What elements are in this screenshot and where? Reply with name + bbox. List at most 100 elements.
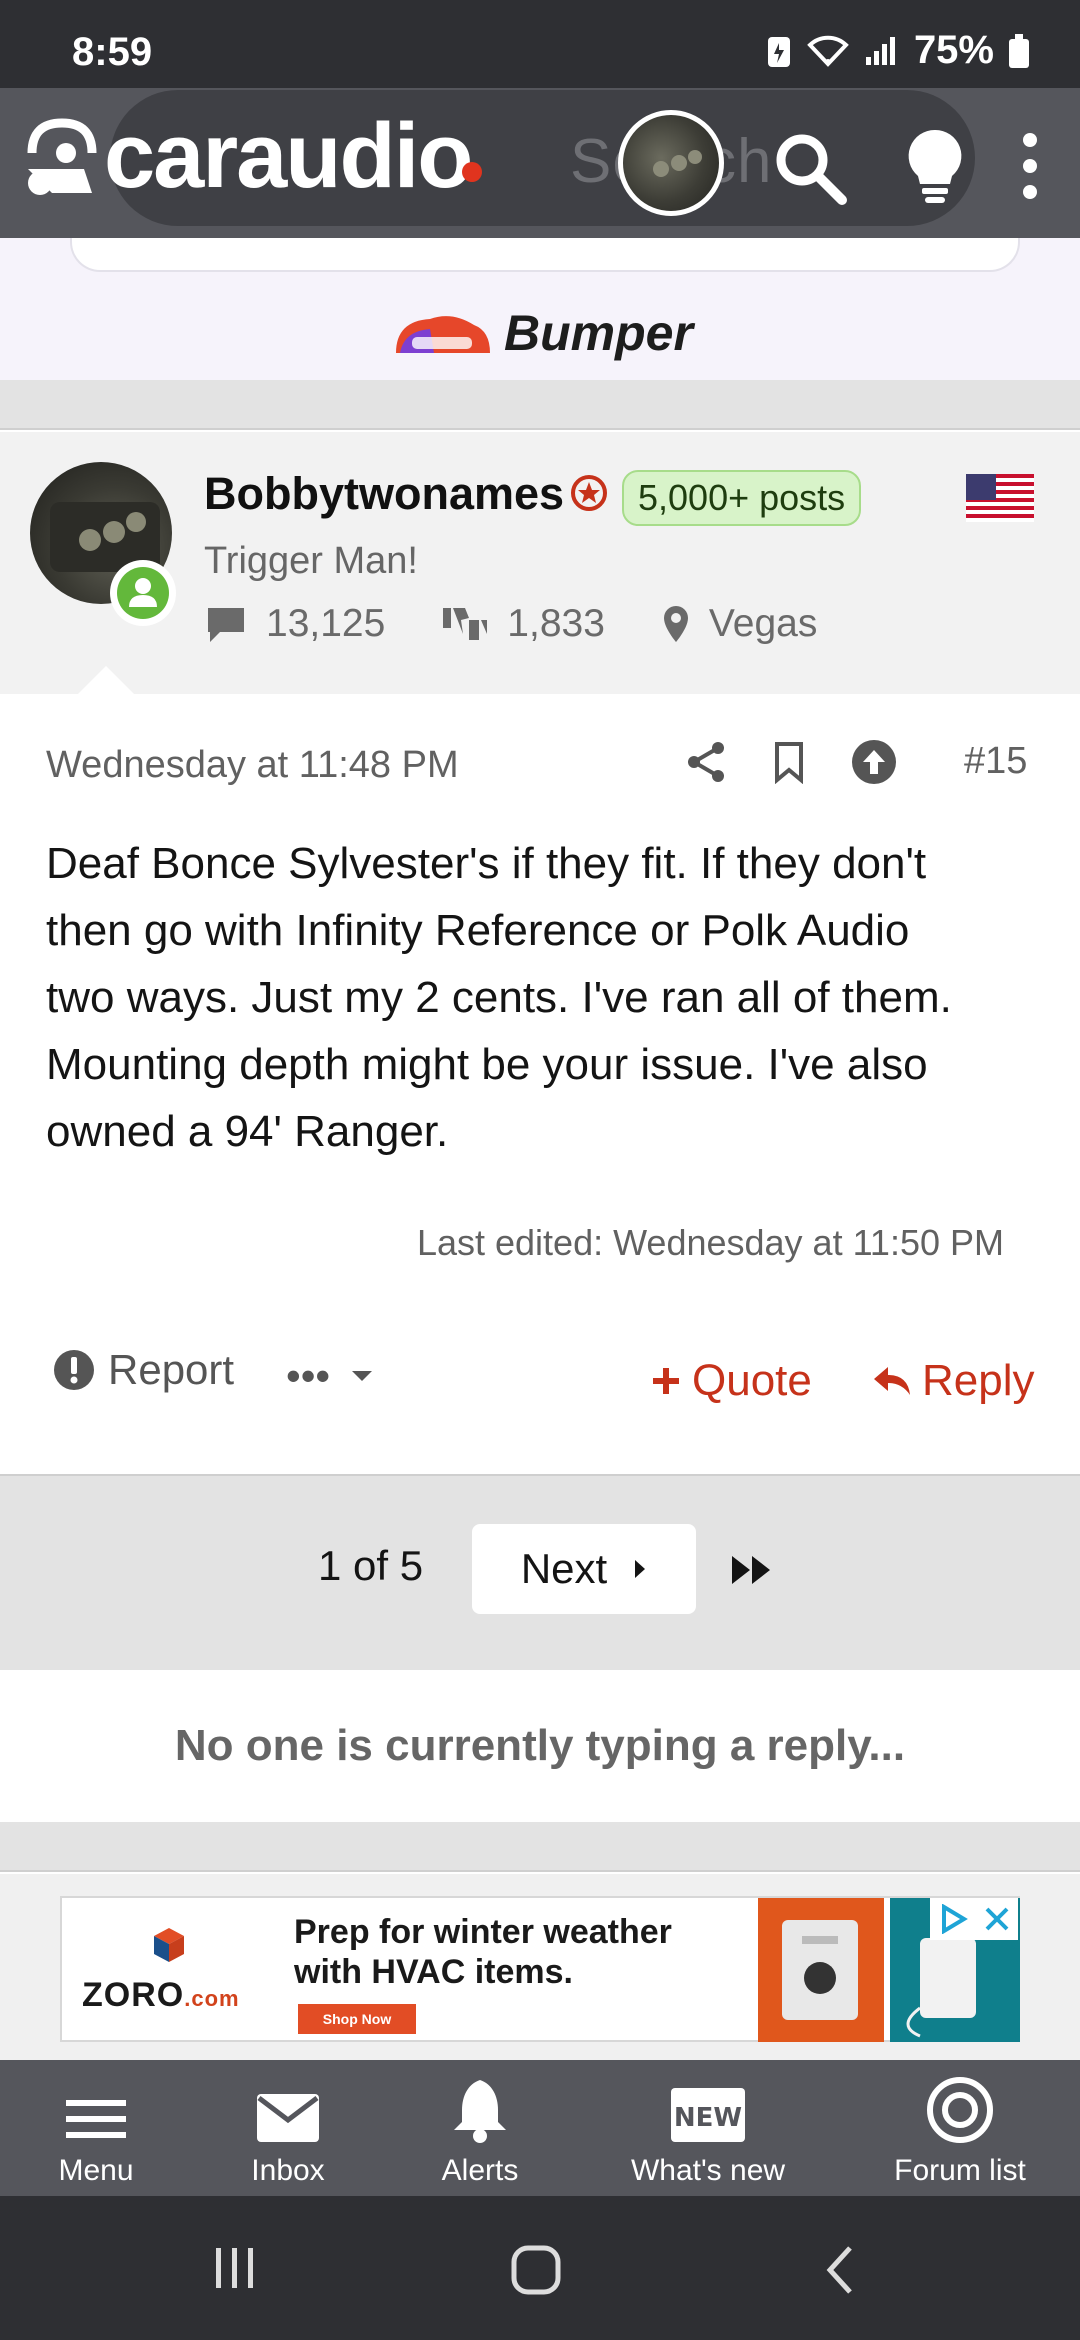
typing-indicator: No one is currently typing a reply... [0,1670,1080,1822]
bottom-navigation: Menu Inbox Alerts NEW What's new Forum l… [0,2060,1080,2196]
user-online-icon [129,578,157,607]
post-username[interactable]: Bobbytwonames [204,468,564,520]
upvote-icon[interactable] [850,738,898,786]
wifi-icon [807,35,849,67]
zoro-shop-button[interactable]: Shop Now [298,2004,416,2034]
post-body-line: Mounting depth might be your issue. I've… [46,1040,928,1089]
online-status-badge [110,560,176,626]
header-more-button[interactable] [1010,126,1050,206]
post-number-link[interactable]: #15 [964,740,1027,783]
post-timestamp[interactable]: Wednesday at 11:48 PM [46,744,459,787]
home-icon[interactable] [510,2244,562,2296]
reply-arrow-icon [874,1367,910,1395]
header-user-avatar[interactable] [618,110,724,216]
bookmark-icon[interactable] [772,740,806,784]
us-flag-icon [966,474,1034,522]
report-button[interactable]: Report [52,1346,234,1394]
post-actions [684,738,898,786]
nav-whats-new[interactable]: NEW What's new [620,2060,796,2196]
section-divider [0,380,1080,430]
staff-star-icon [571,475,607,511]
ad-card-edge [70,238,1020,272]
zoro-cube-icon [154,1928,184,1962]
user-stats: 13,125 1,833 Vegas [204,602,873,646]
location-text: Vegas [708,602,818,645]
bumper-ad: Bumper [390,304,693,362]
reply-button[interactable]: Reply [872,1356,1035,1406]
bumper-brand: Bumper [504,305,693,361]
battery-percent: 75% [913,28,994,72]
last-page-button[interactable] [728,1550,776,1590]
nav-inbox[interactable]: Inbox [228,2060,348,2196]
post-body: Deaf Bonce Sylvester's if they fit. If t… [46,830,1046,1165]
share-icon[interactable] [684,738,728,786]
alert-circle-icon [54,1350,94,1390]
plus-icon [653,1368,679,1394]
bell-icon [454,2080,506,2143]
section-divider [0,1822,1080,1872]
next-label: Next [520,1545,608,1592]
messages-count: 13,125 [266,602,386,645]
location-pin-icon [663,606,688,642]
pagination: 1 of 5 Next [0,1474,1080,1670]
ad-choices[interactable] [930,1898,1018,1940]
zoro-headline: Prep for winter weather with HVAC items. [294,1913,672,1991]
page-count[interactable]: 1 of 5 [318,1542,423,1590]
close-icon [985,1907,1008,1931]
zoro-wordmark: ZORO.com [82,1976,240,2014]
back-icon[interactable] [822,2244,856,2296]
recent-apps-icon[interactable] [212,2244,258,2292]
nav-label: Menu [58,2154,134,2187]
more-vertical-icon [1023,133,1037,199]
zoro-ad-banner[interactable]: ZORO.com Prep for winter weather with HV… [60,1896,1020,2042]
new-icon: NEW [671,2088,745,2142]
next-page-button[interactable]: Next [472,1524,696,1614]
thermostat-image [758,1898,884,2042]
app-header: Search caraudio [0,88,1080,238]
quote-label: Quote [692,1356,812,1405]
nav-forum-list[interactable]: Forum list [880,2060,1040,2196]
location-stat: Vegas [661,602,817,646]
report-label: Report [108,1346,235,1393]
nav-label: Forum list [894,2154,1026,2187]
chevron-down-icon [352,1371,373,1381]
adchoices-icon [941,1904,968,1934]
reactions-stat: 1,833 [441,602,605,646]
nav-label: What's new [630,2154,786,2187]
thumbs-icon [443,608,488,640]
caret-right-icon [635,1560,646,1578]
header-style-button[interactable] [900,126,970,206]
messages-stat: 13,125 [204,602,385,646]
logo-text: caraudio [104,105,473,207]
post-body-line: Deaf Bonce Sylvester's if they fit. If t… [46,839,927,888]
bumper-car-logo-icon [396,316,490,353]
inbox-icon [257,2094,319,2142]
avatar-image [653,150,702,177]
car-driver-logo-icon [27,118,97,195]
message-icon [208,608,244,642]
top-ad-banner[interactable]: Bumper [0,238,1080,380]
lightbulb-icon [908,129,962,203]
post-footer: Report ••• Quote Reply [0,1328,1080,1418]
battery-saver-icon [767,36,790,67]
reactions-count: 1,833 [507,602,605,645]
post-body-line: owned a 94' Ranger. [46,1107,449,1156]
search-icon [776,134,847,205]
logo-dot [462,162,482,182]
nav-menu[interactable]: Menu [36,2060,156,2196]
site-logo[interactable]: caraudio [22,105,473,207]
battery-icon [1009,33,1029,68]
quote-button[interactable]: Quote [650,1356,812,1406]
post-body-line: two ways. Just my 2 cents. I've ran all … [46,973,952,1022]
header-search-button[interactable] [770,128,850,208]
posts-count-badge: 5,000+ posts [622,470,862,526]
status-bar: 8:59 75% [0,0,1080,88]
last-edited-text: Last edited: Wednesday at 11:50 PM [416,1222,1004,1263]
post-user-block: Bobbytwonames 5,000+ posts Trigger Man! … [0,432,1080,694]
status-time: 8:59 [72,30,153,74]
more-actions-button[interactable]: ••• [286,1352,374,1400]
svg-text:NEW: NEW [674,2103,742,2133]
bottom-ad-area: ZORO.com Prep for winter weather with HV… [0,1874,1080,2060]
thermostat-dial-icon [802,1936,838,1994]
nav-alerts[interactable]: Alerts [420,2060,540,2196]
